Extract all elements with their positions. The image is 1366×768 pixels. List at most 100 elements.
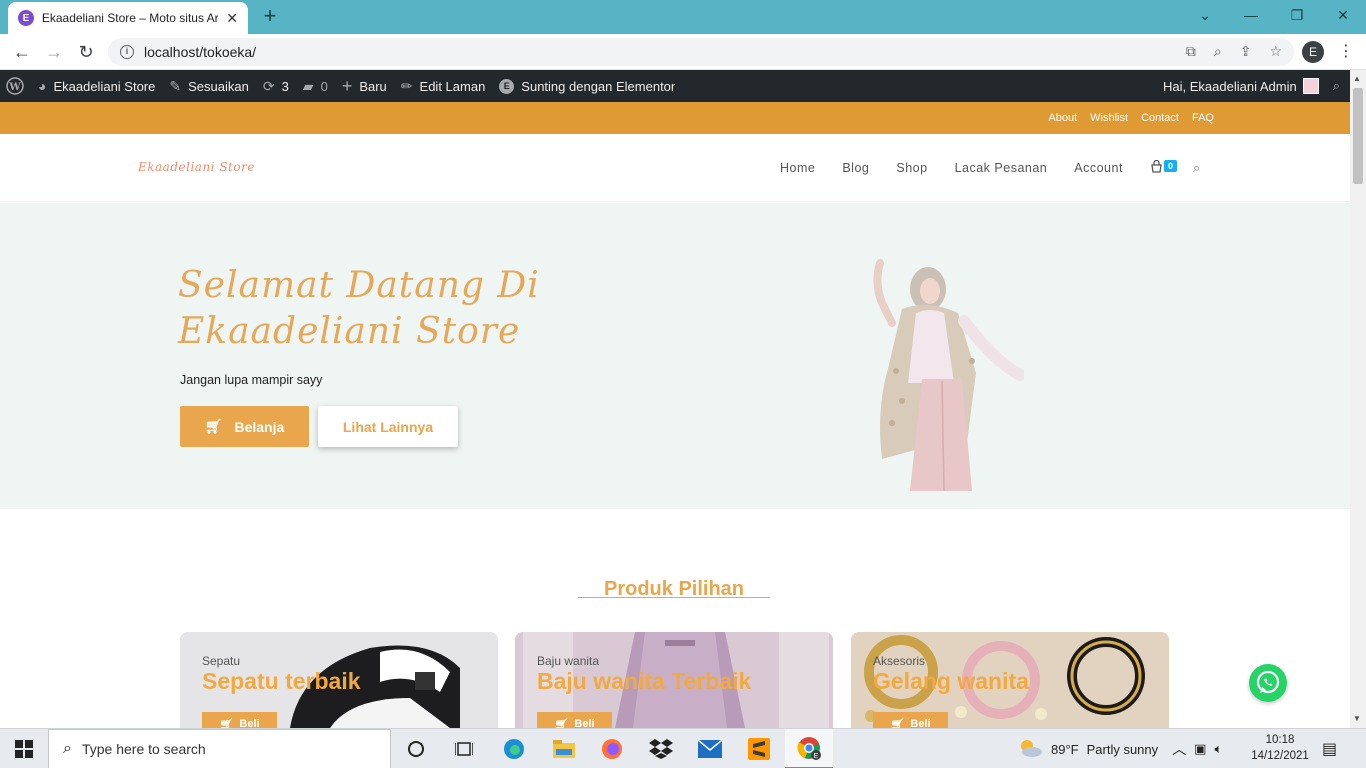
site-info-icon[interactable]: i	[120, 45, 134, 59]
nav-blog[interactable]: Blog	[842, 161, 869, 175]
shop-button[interactable]: 🛒︎ Belanja	[180, 406, 309, 447]
admin-new[interactable]: + Baru	[342, 76, 387, 97]
hero-subtitle: Jangan lupa mampir sayy	[180, 373, 323, 387]
updates-icon: ⟳	[262, 77, 275, 94]
cart-icon: 🛒︎	[219, 718, 234, 729]
system-clock[interactable]: 10:18 14/12/2021	[1250, 732, 1310, 764]
bookmark-star-icon[interactable]: ☆	[1269, 43, 1282, 60]
admin-edit-page-label: Edit Laman	[419, 78, 486, 94]
new-tab-icon[interactable]: +	[258, 4, 282, 28]
card-category: Aksesoris	[873, 654, 926, 668]
url-text[interactable]: localhost/tokoeka/	[144, 44, 256, 60]
dropbox-icon[interactable]	[637, 729, 685, 768]
cart-icon: 🛒︎	[554, 718, 569, 729]
comments-count: 0	[320, 78, 328, 94]
minimize-icon[interactable]: —	[1228, 0, 1274, 34]
cart-icon: 🛒︎	[890, 718, 905, 729]
address-bar[interactable]: i localhost/tokoeka/ ⧉ ⌕ ⇪ ☆	[108, 38, 1294, 66]
nav-account[interactable]: Account	[1074, 161, 1123, 175]
admin-site-name-label: Ekaadeliani Store	[53, 78, 156, 94]
restore-icon[interactable]: ❐	[1274, 0, 1320, 34]
browser-tab[interactable]: E Ekaadeliani Store – Moto situs Ar ✕	[8, 2, 248, 34]
card-category: Baju wanita	[537, 654, 600, 668]
forward-icon[interactable]: →	[42, 40, 66, 64]
updates-count: 3	[281, 78, 289, 94]
weather-temperature[interactable]: 89°F	[1051, 742, 1079, 757]
wordpress-logo-icon[interactable]: W	[6, 77, 24, 95]
topbar-link-wishlist[interactable]: Wishlist	[1090, 112, 1128, 124]
svg-text:W: W	[8, 82, 21, 93]
volume-icon[interactable]: 🔈︎	[1214, 741, 1222, 757]
taskbar-search-box[interactable]: ⌕ Type here to search	[48, 729, 391, 768]
product-card-women-clothing[interactable]: Baju wanita Baju wanita Terbaik 🛒︎ Beli	[515, 632, 833, 728]
admin-customize-label: Sesuaikan	[188, 78, 249, 94]
nav-shop[interactable]: Shop	[896, 161, 927, 175]
product-card-shoes[interactable]: Sepatu Sepatu terbaik 🛒︎ Beli	[180, 632, 498, 728]
site-logo[interactable]: Ekaadeliani Store	[138, 160, 255, 174]
topbar-link-contact[interactable]: Contact	[1141, 112, 1179, 124]
buy-button[interactable]: 🛒︎ Beli	[537, 712, 612, 728]
windows-start-icon[interactable]	[0, 729, 48, 768]
admin-search-icon[interactable]: ⌕	[1333, 78, 1340, 94]
network-icon[interactable]: ▣	[1194, 741, 1206, 757]
nav-home[interactable]: Home	[780, 161, 815, 175]
weather-description[interactable]: Partly sunny	[1087, 742, 1159, 757]
file-explorer-icon[interactable]	[540, 729, 588, 768]
cart-icon[interactable]: 0	[1150, 159, 1178, 176]
admin-elementor-label: Sunting dengan Elementor	[521, 78, 676, 94]
zoom-icon[interactable]: ⌕	[1214, 43, 1222, 60]
admin-elementor[interactable]: E Sunting dengan Elementor	[499, 78, 676, 94]
weather-icon[interactable]	[1017, 738, 1043, 761]
scroll-up-icon[interactable]: ▲	[1353, 74, 1361, 83]
topbar-link-about[interactable]: About	[1048, 112, 1077, 124]
buy-button[interactable]: 🛒︎ Beli	[873, 712, 948, 728]
pencil-icon: ✏	[400, 77, 413, 94]
cortana-icon[interactable]	[392, 729, 440, 768]
site-favicon-icon: E	[18, 10, 34, 26]
comment-icon: ▰	[302, 77, 314, 94]
translate-icon[interactable]: ⧉	[1186, 43, 1196, 60]
sublime-text-icon[interactable]	[735, 729, 783, 768]
chrome-icon[interactable]: E	[785, 729, 833, 768]
whatsapp-icon[interactable]	[1249, 664, 1287, 702]
main-nav: Home Blog Shop Lacak Pesanan Account 0 ⌕	[780, 134, 1201, 202]
tray-chevron-icon[interactable]: ︿	[1172, 739, 1186, 759]
see-more-button[interactable]: Lihat Lainnya	[318, 406, 458, 447]
scroll-thumb[interactable]	[1353, 88, 1363, 184]
mail-icon[interactable]	[686, 729, 734, 768]
system-tray: 89°F Partly sunny ︿ ▣ 🔈︎	[1017, 729, 1222, 768]
browser-menu-icon[interactable]: ⋮	[1338, 41, 1354, 61]
tab-search-chevron-icon[interactable]: ⌄	[1182, 0, 1228, 34]
header-search-icon[interactable]: ⌕	[1193, 160, 1201, 176]
reload-icon[interactable]: ↻	[74, 40, 98, 64]
buy-button-label: Beli	[910, 718, 931, 728]
buy-button[interactable]: 🛒︎ Beli	[202, 712, 277, 728]
topbar-link-faq[interactable]: FAQ	[1192, 112, 1214, 124]
window-close-icon[interactable]: ✕	[1320, 0, 1366, 34]
admin-updates[interactable]: ⟳ 3	[263, 78, 289, 95]
page-scrollbar[interactable]: ▲ ▼	[1350, 70, 1366, 728]
buy-button-label: Beli	[574, 718, 595, 728]
edge-icon[interactable]	[490, 729, 538, 768]
firefox-icon[interactable]	[588, 729, 636, 768]
task-view-icon[interactable]	[440, 729, 488, 768]
cart-count-badge: 0	[1163, 160, 1178, 172]
close-tab-icon[interactable]: ✕	[226, 10, 238, 27]
admin-customize[interactable]: ✎ Sesuaikan	[169, 78, 248, 95]
admin-avatar[interactable]	[1302, 78, 1319, 94]
elementor-icon: E	[499, 78, 515, 94]
scroll-down-icon[interactable]: ▼	[1353, 714, 1361, 723]
admin-comments[interactable]: ▰ 0	[303, 78, 328, 95]
admin-site-name[interactable]: ◕ Ekaadeliani Store	[38, 78, 155, 94]
site-header: Ekaadeliani Store Home Blog Shop Lacak P…	[0, 134, 1350, 202]
nav-lacak-pesanan[interactable]: Lacak Pesanan	[955, 161, 1048, 175]
admin-edit-page[interactable]: ✏ Edit Laman	[401, 78, 486, 95]
wp-admin-bar: W ◕ Ekaadeliani Store ✎ Sesuaikan ⟳ 3 ▰ …	[0, 70, 1350, 102]
profile-avatar[interactable]: E	[1302, 41, 1324, 63]
notifications-icon[interactable]: ▤	[1322, 739, 1337, 759]
share-icon[interactable]: ⇪	[1240, 43, 1252, 60]
dashboard-icon: ◕	[38, 78, 47, 94]
admin-greeting[interactable]: Hai, Ekaadeliani Admin	[1163, 79, 1297, 94]
product-card-accessories[interactable]: Aksesoris Gelang wanita 🛒︎ Beli	[851, 632, 1169, 728]
back-icon[interactable]: ←	[10, 40, 34, 64]
